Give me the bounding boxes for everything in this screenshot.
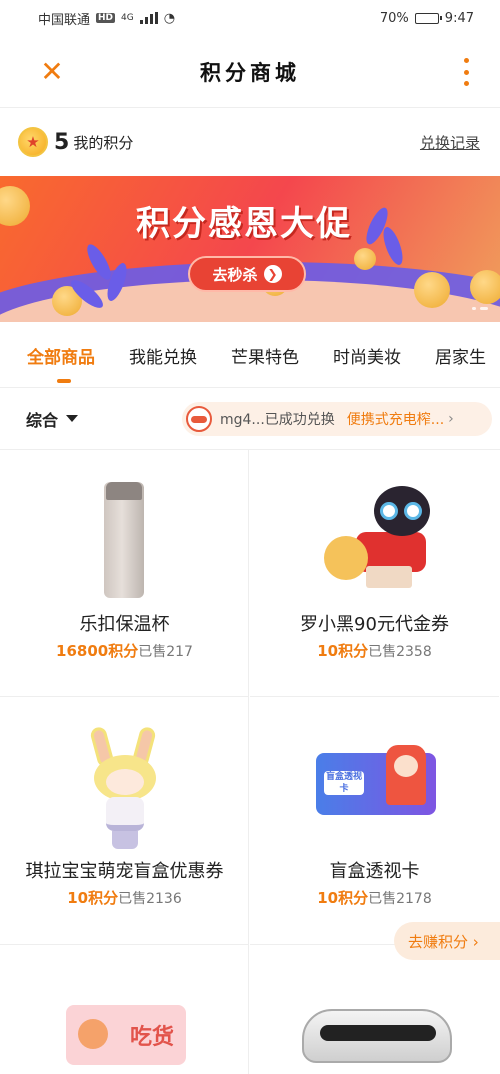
filter-row: 综合 mg4...已成功兑换 便携式充电榨... › xyxy=(0,388,500,450)
eye-massager-image xyxy=(302,1009,452,1063)
product-card[interactable] xyxy=(250,945,499,1074)
status-bar: 中国联通 HD 4G ◔ 70% 9:47 xyxy=(0,0,500,36)
product-name: 琪拉宝宝萌宠盲盒优惠券 xyxy=(25,861,224,882)
caret-down-icon xyxy=(66,415,79,422)
sort-label: 综合 xyxy=(26,410,59,430)
snack-box-image: 吃货 xyxy=(66,1005,186,1065)
product-sold: 已售2178 xyxy=(368,891,432,907)
seckill-button-label: 去秒杀 xyxy=(212,265,258,284)
product-card[interactable]: 乐扣保温杯 16800积分已售217 xyxy=(0,450,249,697)
more-vertical-icon[interactable] xyxy=(462,58,470,86)
nav-bar: ✕ 积分商城 xyxy=(0,36,500,108)
banner-coin-decoration xyxy=(470,270,500,304)
product-price: 10积分已售2178 xyxy=(250,887,499,908)
luo-xiaohei-figure-image xyxy=(320,486,440,590)
product-price: 10积分已售2136 xyxy=(0,887,249,908)
network-type: 4G xyxy=(121,13,134,23)
banner-pagination xyxy=(472,307,488,310)
product-points: 10积分 xyxy=(317,642,369,660)
battery-icon xyxy=(414,12,442,24)
product-card[interactable]: 琪拉宝宝萌宠盲盒优惠券 10积分已售2136 xyxy=(0,697,249,945)
ticker-product: 便携式充电榨... xyxy=(346,412,445,428)
banner-coin-decoration xyxy=(0,186,30,226)
tab-all-products[interactable]: 全部商品 xyxy=(27,343,95,383)
tab-beauty[interactable]: 时尚美妆 xyxy=(333,343,401,368)
battery-percent: 70% xyxy=(379,10,409,26)
product-card[interactable]: 盲盒透视卡 盲盒透视卡 10积分已售2178 xyxy=(250,697,499,945)
blind-box-card-image: 盲盒透视卡 xyxy=(316,745,436,815)
product-sold: 已售2358 xyxy=(368,644,432,660)
product-card[interactable]: 罗小黑90元代金券 10积分已售2358 xyxy=(250,450,499,697)
banner-title: 积分感恩大促 xyxy=(136,204,352,244)
product-name: 罗小黑90元代金券 xyxy=(300,614,449,635)
product-sold: 已售2136 xyxy=(118,891,182,907)
product-card[interactable]: 吃货 xyxy=(0,945,249,1074)
product-points: 10积分 xyxy=(67,889,119,907)
product-name: 盲盒透视卡 xyxy=(329,861,420,882)
banner-leaf-decoration xyxy=(379,224,407,268)
user-avatar xyxy=(186,406,212,432)
clock: 9:47 xyxy=(444,10,474,26)
close-icon[interactable]: ✕ xyxy=(36,56,68,88)
chevron-right-icon: › xyxy=(448,411,454,427)
product-price: 16800积分已售217 xyxy=(0,640,249,661)
wifi-icon: ◔ xyxy=(163,10,176,26)
points-label: 我的积分 xyxy=(73,133,134,152)
category-tabs: 全部商品 我能兑换 芒果特色 时尚美妆 居家生 xyxy=(0,322,500,388)
sort-dropdown[interactable]: 综合 xyxy=(26,407,79,431)
hd-badge: HD xyxy=(96,13,116,23)
points-value: 5 xyxy=(54,129,70,155)
tab-mango-special[interactable]: 芒果特色 xyxy=(231,343,299,368)
product-name: 乐扣保温杯 xyxy=(79,614,170,635)
product-sold: 已售217 xyxy=(138,644,193,660)
carrier-label: 中国联通 xyxy=(38,12,91,28)
bunny-figure-image xyxy=(88,725,162,851)
exchange-ticker[interactable]: mg4...已成功兑换 便携式充电榨... › xyxy=(182,402,492,436)
page-title: 积分商城 xyxy=(200,59,300,85)
product-points: 16800积分 xyxy=(56,642,139,660)
seckill-button[interactable]: 去秒杀 ❯ xyxy=(188,256,306,292)
card-tag: 盲盒透视卡 xyxy=(324,771,364,795)
coin-icon xyxy=(18,127,48,157)
product-price: 10积分已售2358 xyxy=(250,640,499,661)
promo-banner[interactable]: 积分感恩大促 去秒杀 ❯ xyxy=(0,176,500,322)
arrow-right-icon: ❯ xyxy=(263,265,282,283)
signal-icon xyxy=(139,12,158,24)
product-points: 10积分 xyxy=(317,889,369,907)
ticker-user: mg4...已成功兑换 xyxy=(220,412,335,428)
earn-points-button[interactable]: 去赚积分 › xyxy=(394,922,500,960)
banner-coin-decoration xyxy=(414,272,450,308)
tab-can-exchange[interactable]: 我能兑换 xyxy=(129,343,197,368)
points-row: 5 我的积分 兑换记录 xyxy=(0,112,500,172)
exchange-record-link[interactable]: 兑换记录 xyxy=(420,132,480,153)
thermos-cup-image xyxy=(104,482,144,598)
tab-home[interactable]: 居家生 xyxy=(435,343,486,368)
banner-coin-decoration xyxy=(354,248,376,270)
snack-box-text: 吃货 xyxy=(129,1025,174,1050)
